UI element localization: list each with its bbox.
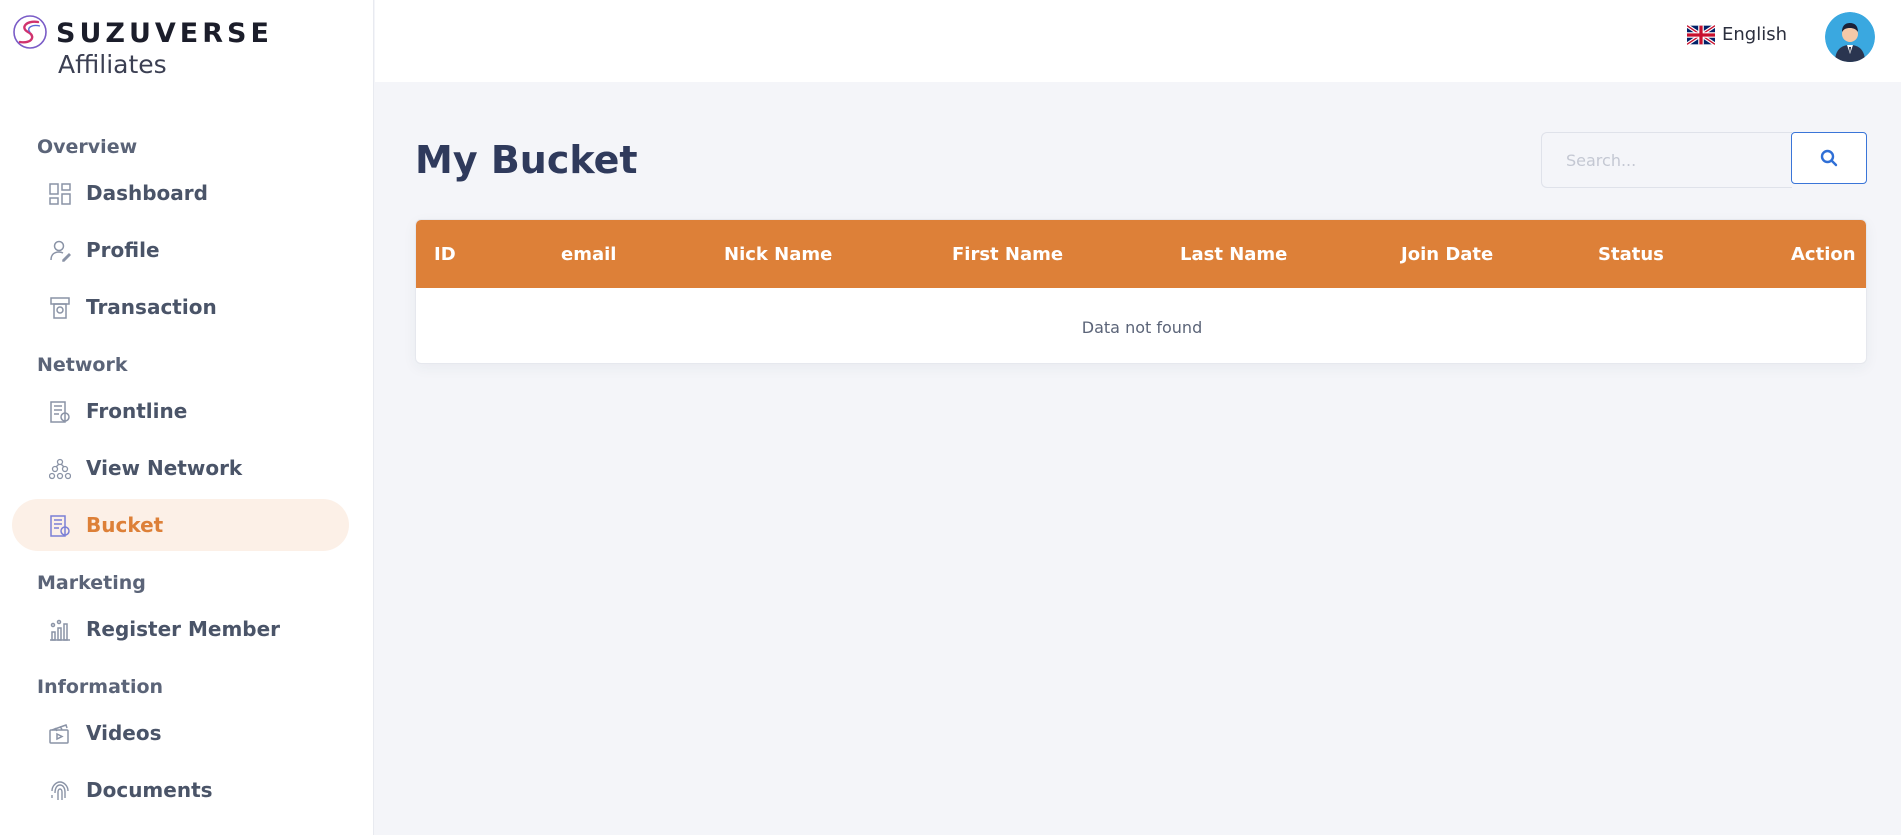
- column-header-nick-name: Nick Name: [724, 244, 833, 265]
- transaction-icon: [48, 296, 72, 320]
- sidebar-item-documents[interactable]: Documents: [12, 764, 349, 816]
- column-header-status: Status: [1598, 244, 1664, 265]
- avatar-icon: [1825, 12, 1875, 62]
- section-marketing: Marketing: [37, 572, 146, 594]
- section-overview: Overview: [37, 136, 138, 158]
- sidebar-item-frontline[interactable]: Frontline: [12, 385, 349, 437]
- sidebar-item-label: View Network: [86, 456, 243, 480]
- sidebar-item-videos[interactable]: Videos: [12, 707, 349, 759]
- sidebar-item-bucket[interactable]: Bucket: [12, 499, 349, 551]
- sidebar-item-view-network[interactable]: View Network: [12, 442, 349, 494]
- sidebar-item-profile[interactable]: Profile: [12, 224, 349, 276]
- search-input[interactable]: [1541, 132, 1792, 188]
- network-icon: [48, 457, 72, 481]
- bucket-icon: [48, 514, 72, 538]
- frontline-icon: [48, 400, 72, 424]
- fingerprint-icon: [48, 779, 72, 803]
- empty-state-message: Data not found: [1081, 318, 1203, 337]
- brand-name: SUZUVERSE: [56, 18, 273, 49]
- sidebar-item-label: Profile: [86, 238, 160, 262]
- uk-flag-icon: [1687, 24, 1715, 45]
- bucket-table: ID email Nick Name First Name Last Name …: [415, 219, 1867, 364]
- sidebar-item-transaction[interactable]: Transaction: [12, 281, 349, 333]
- sidebar-item-label: Bucket: [86, 513, 164, 537]
- dashboard-icon: [48, 182, 72, 206]
- sidebar-item-label: Frontline: [86, 399, 188, 423]
- sidebar: SUZUVERSE Affiliates Overview Dashboard …: [0, 0, 374, 835]
- sidebar-item-dashboard[interactable]: Dashboard: [12, 167, 349, 219]
- column-header-action: Action: [1791, 244, 1856, 265]
- user-edit-icon: [48, 239, 72, 263]
- search-icon: [1820, 149, 1838, 167]
- sidebar-item-label: Documents: [86, 778, 213, 802]
- language-label: English: [1722, 24, 1787, 45]
- table-header: ID email Nick Name First Name Last Name …: [416, 220, 1866, 288]
- sidebar-item-register-member[interactable]: Register Member: [12, 603, 349, 655]
- language-selector[interactable]: English: [1687, 24, 1787, 45]
- section-network: Network: [37, 354, 128, 376]
- brand-subtitle: Affiliates: [58, 50, 167, 79]
- search-button[interactable]: [1791, 132, 1867, 184]
- column-header-join-date: Join Date: [1401, 244, 1494, 265]
- video-icon: [48, 722, 72, 746]
- page-title: My Bucket: [415, 138, 638, 182]
- column-header-id: ID: [434, 244, 456, 265]
- sidebar-item-label: Dashboard: [86, 181, 208, 205]
- brand[interactable]: SUZUVERSE Affiliates: [12, 14, 342, 84]
- column-header-last-name: Last Name: [1180, 244, 1288, 265]
- chart-icon: [48, 618, 72, 642]
- suzuverse-logo-icon: [13, 15, 47, 49]
- sidebar-item-label: Transaction: [86, 295, 217, 319]
- topbar: English: [375, 0, 1901, 82]
- column-header-email: email: [561, 244, 617, 265]
- column-header-first-name: First Name: [952, 244, 1064, 265]
- user-avatar[interactable]: [1825, 12, 1875, 62]
- section-information: Information: [37, 676, 164, 698]
- sidebar-item-label: Register Member: [86, 617, 281, 641]
- sidebar-item-label: Videos: [86, 721, 162, 745]
